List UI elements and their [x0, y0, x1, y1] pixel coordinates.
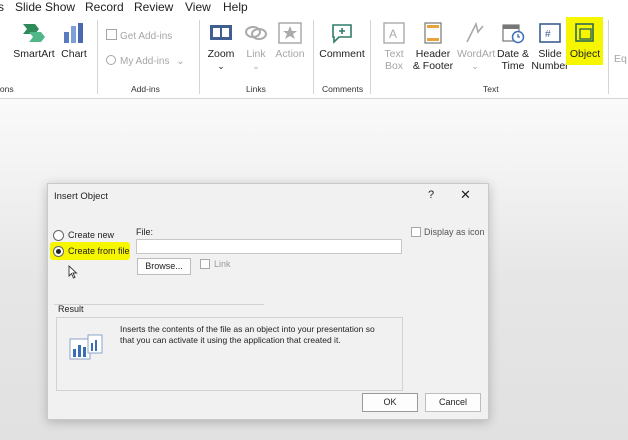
result-description-line1: Inserts the contents of the file as an o… — [120, 324, 375, 334]
date-time-label-line1: Date & — [496, 48, 530, 60]
wordart-icon — [466, 21, 484, 43]
menu-item-review[interactable]: Review — [134, 0, 173, 14]
equation-label: Eq — [614, 53, 627, 65]
link-icon — [245, 26, 267, 40]
object-icon — [575, 23, 594, 42]
links-group-label: Links — [246, 84, 266, 94]
slide-number-icon: # — [539, 23, 561, 43]
create-new-label[interactable]: Create new — [68, 230, 114, 240]
text-box-icon: A — [383, 22, 405, 44]
chart-label: Chart — [61, 48, 87, 60]
slide-number-label-line2: Number — [531, 60, 569, 72]
svg-text:A: A — [389, 27, 397, 41]
chevron-down-icon: ⌄ — [252, 61, 260, 71]
chart-icon — [64, 23, 83, 43]
dialog-title: Insert Object — [54, 191, 108, 202]
smartart-icon — [23, 24, 45, 42]
link-checkbox[interactable] — [200, 259, 210, 269]
display-as-icon-checkbox[interactable] — [411, 227, 421, 237]
header-footer-button[interactable]: Header & Footer — [411, 22, 455, 72]
text-box-label-line1: Text — [384, 48, 404, 60]
store-icon — [106, 29, 117, 40]
file-path-input[interactable] — [136, 239, 402, 254]
link-button[interactable]: Link ⌄ — [242, 22, 270, 72]
zoom-button[interactable]: Zoom ⌄ — [204, 22, 238, 72]
browse-button[interactable]: Browse... — [137, 258, 191, 275]
date-time-button[interactable]: Date & Time — [496, 22, 530, 72]
link-checkbox-label: Link — [214, 259, 231, 269]
group-separator — [608, 20, 609, 94]
smartart-label: SmartArt — [13, 48, 55, 60]
ok-button[interactable]: OK — [362, 393, 418, 412]
comment-icon — [332, 24, 352, 44]
header-footer-label-line1: Header — [415, 48, 451, 60]
action-star-icon — [278, 22, 302, 44]
smartart-button[interactable]: SmartArt — [12, 22, 56, 60]
action-button[interactable]: Action — [273, 22, 307, 60]
menu-item-insert[interactable]: s — [0, 0, 4, 14]
addins-group-label: Add-ins — [131, 84, 160, 94]
illustrations-group-label: ions — [0, 84, 14, 94]
help-button[interactable]: ? — [428, 189, 434, 201]
insert-object-dialog: Insert Object ? ✕ Create new Create from… — [47, 183, 489, 420]
slide-number-label-line1: Slide — [538, 48, 562, 60]
close-button[interactable]: ✕ — [460, 187, 471, 203]
menu-bar: s Slide Show Record Review View Help — [0, 0, 628, 16]
menu-item-slide-show[interactable]: Slide Show — [15, 0, 75, 14]
menu-item-help[interactable]: Help — [223, 0, 248, 14]
chart-button[interactable]: Chart — [58, 22, 90, 60]
create-new-radio[interactable] — [53, 230, 64, 241]
header-footer-label-line2: & Footer — [412, 60, 454, 72]
comments-group-label: Comments — [322, 84, 364, 94]
mouse-cursor-icon — [68, 265, 78, 279]
object-button[interactable]: Object — [567, 22, 603, 60]
text-box-label-line2: Box — [384, 60, 404, 72]
create-from-file-radio[interactable] — [53, 246, 64, 257]
result-description: Inserts the contents of the file as an o… — [120, 324, 395, 346]
wordart-label: WordArt — [457, 48, 496, 60]
svg-text:#: # — [545, 29, 551, 40]
menu-item-record[interactable]: Record — [85, 0, 124, 14]
create-from-file-label[interactable]: Create from file — [68, 246, 130, 256]
result-divider — [54, 304, 264, 305]
zoom-icon — [210, 25, 232, 40]
equation-button[interactable]: Eq — [614, 53, 628, 65]
file-object-icon — [69, 334, 103, 360]
comment-button[interactable]: Comment — [318, 22, 366, 60]
result-box: Inserts the contents of the file as an o… — [56, 317, 403, 391]
my-addins-button[interactable]: My Add-ins ⌄ — [106, 55, 185, 67]
result-label: Result — [58, 304, 84, 314]
slide-number-button[interactable]: # Slide Number — [531, 22, 569, 72]
comment-label: Comment — [319, 48, 365, 60]
group-separator — [199, 20, 200, 94]
ribbon: SmartArt Chart ions Get Add-ins My Add-i… — [0, 16, 628, 99]
action-label: Action — [275, 48, 305, 60]
cancel-button[interactable]: Cancel — [425, 393, 481, 412]
group-separator — [313, 20, 314, 94]
date-time-label-line2: Time — [501, 60, 525, 72]
result-description-line2: that you can activate it using the appli… — [120, 335, 341, 345]
chevron-down-icon: ⌄ — [471, 61, 479, 71]
link-label: Link — [246, 48, 266, 60]
zoom-label: Zoom — [207, 48, 235, 60]
group-separator — [370, 20, 371, 94]
group-separator — [97, 20, 98, 94]
chevron-down-icon: ⌄ — [217, 61, 225, 71]
object-label: Object — [569, 48, 601, 60]
menu-item-view[interactable]: View — [185, 0, 211, 14]
get-addins-button[interactable]: Get Add-ins — [106, 29, 172, 42]
chevron-down-icon: ⌄ — [176, 56, 185, 67]
wordart-button[interactable]: WordArt ⌄ — [457, 21, 496, 72]
header-footer-icon — [424, 22, 442, 44]
display-as-icon-label: Display as icon — [424, 227, 485, 237]
text-group-label: Text — [483, 84, 499, 94]
text-box-button[interactable]: A Text Box — [379, 22, 409, 72]
addins-icon — [106, 55, 116, 65]
calendar-icon — [502, 24, 525, 44]
file-label: File: — [136, 227, 154, 237]
